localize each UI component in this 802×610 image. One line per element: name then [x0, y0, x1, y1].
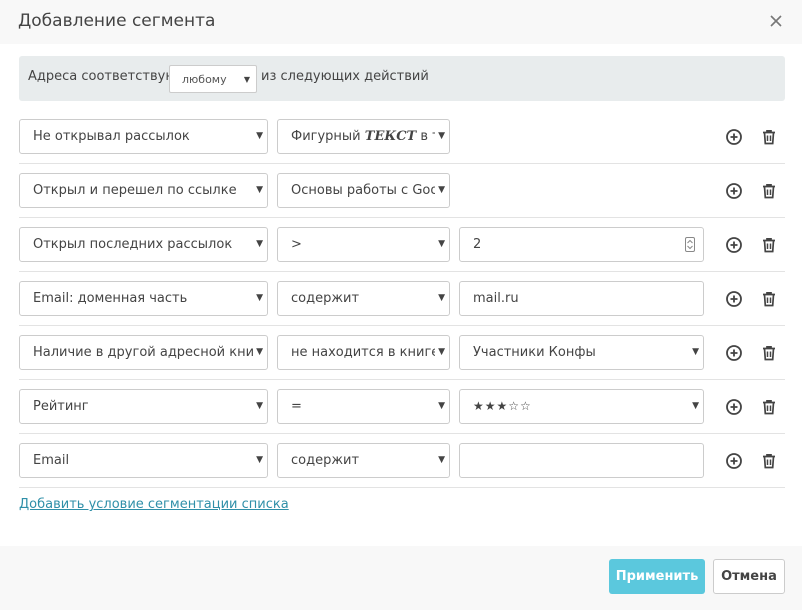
- close-icon[interactable]: [768, 13, 784, 29]
- chevron-down-icon: ▼: [435, 239, 445, 249]
- chevron-down-icon: ▼: [253, 347, 263, 357]
- chevron-down-icon: ▼: [435, 401, 445, 411]
- chevron-down-icon: ▼: [435, 293, 445, 303]
- rating-select[interactable]: ★★★☆☆ ▼: [459, 389, 704, 424]
- match-mode-bar: Адреса соответствуют любому ▼ из следующ…: [19, 56, 785, 101]
- condition-row: Email: доменная часть ▼ содержит ▼ mail.…: [19, 272, 785, 326]
- dialog-title: Добавление сегмента: [18, 11, 216, 31]
- condition-type-select[interactable]: Email: доменная часть ▼: [19, 281, 268, 316]
- add-circle-icon[interactable]: [725, 182, 743, 200]
- chevron-down-icon: ▼: [253, 401, 263, 411]
- address-book-select[interactable]: Участники Конфы ▼: [459, 335, 704, 370]
- trash-icon[interactable]: [760, 236, 778, 254]
- condition-operator-select[interactable]: содержит ▼: [277, 281, 450, 316]
- condition-row: Рейтинг ▼ = ▼ ★★★☆☆ ▼: [19, 380, 785, 434]
- condition-operator-select[interactable]: не находится в книге ▼: [277, 335, 450, 370]
- condition-row: Email ▼ содержит ▼: [19, 434, 785, 488]
- add-circle-icon[interactable]: [725, 128, 743, 146]
- chevron-down-icon: ▼: [435, 185, 445, 195]
- condition-row: Открыл последних рассылок ▼ > ▼ 2: [19, 218, 785, 272]
- cancel-button[interactable]: Отмена: [713, 559, 785, 594]
- condition-operator-select[interactable]: = ▼: [277, 389, 450, 424]
- chevron-down-icon: ▼: [689, 401, 699, 411]
- number-input[interactable]: 2: [459, 227, 704, 262]
- trash-icon[interactable]: [760, 182, 778, 200]
- condition-type-select[interactable]: Открыл последних рассылок ▼: [19, 227, 268, 262]
- chevron-down-icon: ▼: [253, 131, 263, 141]
- dialog-footer: Применить Отмена: [0, 546, 802, 610]
- condition-type-select[interactable]: Открыл и перешел по ссылке ▼: [19, 173, 268, 208]
- spinner-icon[interactable]: [685, 237, 695, 252]
- text-input[interactable]: mail.ru: [459, 281, 704, 316]
- match-prefix-label: Адреса соответствуют: [28, 69, 184, 84]
- condition-type-select[interactable]: Email ▼: [19, 443, 268, 478]
- condition-type-select[interactable]: Рейтинг ▼: [19, 389, 268, 424]
- chevron-down-icon: ▼: [253, 239, 263, 249]
- text-input[interactable]: [459, 443, 704, 478]
- chevron-down-icon: ▼: [435, 347, 445, 357]
- add-circle-icon[interactable]: [725, 398, 743, 416]
- chevron-down-icon: ▼: [240, 75, 250, 84]
- chevron-down-icon: ▼: [253, 293, 263, 303]
- trash-icon[interactable]: [760, 398, 778, 416]
- condition-operator-select[interactable]: Фигурный ТЕКСТ в т ▼: [277, 119, 450, 154]
- condition-operator-select[interactable]: Основы работы с Goo ▼: [277, 173, 450, 208]
- chevron-down-icon: ▼: [689, 347, 699, 357]
- trash-icon[interactable]: [760, 344, 778, 362]
- chevron-down-icon: ▼: [435, 131, 445, 141]
- match-suffix-label: из следующих действий: [261, 69, 429, 84]
- dialog-header: Добавление сегмента: [0, 0, 802, 44]
- add-circle-icon[interactable]: [725, 236, 743, 254]
- trash-icon[interactable]: [760, 128, 778, 146]
- add-circle-icon[interactable]: [725, 452, 743, 470]
- condition-row: Наличие в другой адресной книг ▼ не нахо…: [19, 326, 785, 380]
- trash-icon[interactable]: [760, 290, 778, 308]
- match-mode-select[interactable]: любому ▼: [169, 65, 257, 93]
- condition-type-select[interactable]: Не открывал рассылок ▼: [19, 119, 268, 154]
- add-segment-dialog: Добавление сегмента Адреса соответствуют…: [0, 0, 802, 610]
- condition-type-select[interactable]: Наличие в другой адресной книг ▼: [19, 335, 268, 370]
- add-condition-link[interactable]: Добавить условие сегментации списка: [19, 497, 289, 512]
- condition-operator-select[interactable]: содержит ▼: [277, 443, 450, 478]
- campaign-name-prefix: Фигурный: [291, 129, 361, 144]
- rating-stars: ★★★☆☆: [473, 399, 532, 413]
- chevron-down-icon: ▼: [435, 455, 445, 465]
- chevron-down-icon: ▼: [253, 185, 263, 195]
- add-circle-icon[interactable]: [725, 290, 743, 308]
- trash-icon[interactable]: [760, 452, 778, 470]
- chevron-down-icon: ▼: [253, 455, 263, 465]
- campaign-name-bold: ТЕКСТ: [364, 129, 417, 144]
- apply-button[interactable]: Применить: [609, 559, 705, 594]
- condition-row: Открыл и перешел по ссылке ▼ Основы рабо…: [19, 164, 785, 218]
- match-mode-value: любому: [182, 73, 227, 86]
- condition-row: Не открывал рассылок ▼ Фигурный ТЕКСТ в …: [19, 110, 785, 164]
- add-circle-icon[interactable]: [725, 344, 743, 362]
- condition-operator-select[interactable]: > ▼: [277, 227, 450, 262]
